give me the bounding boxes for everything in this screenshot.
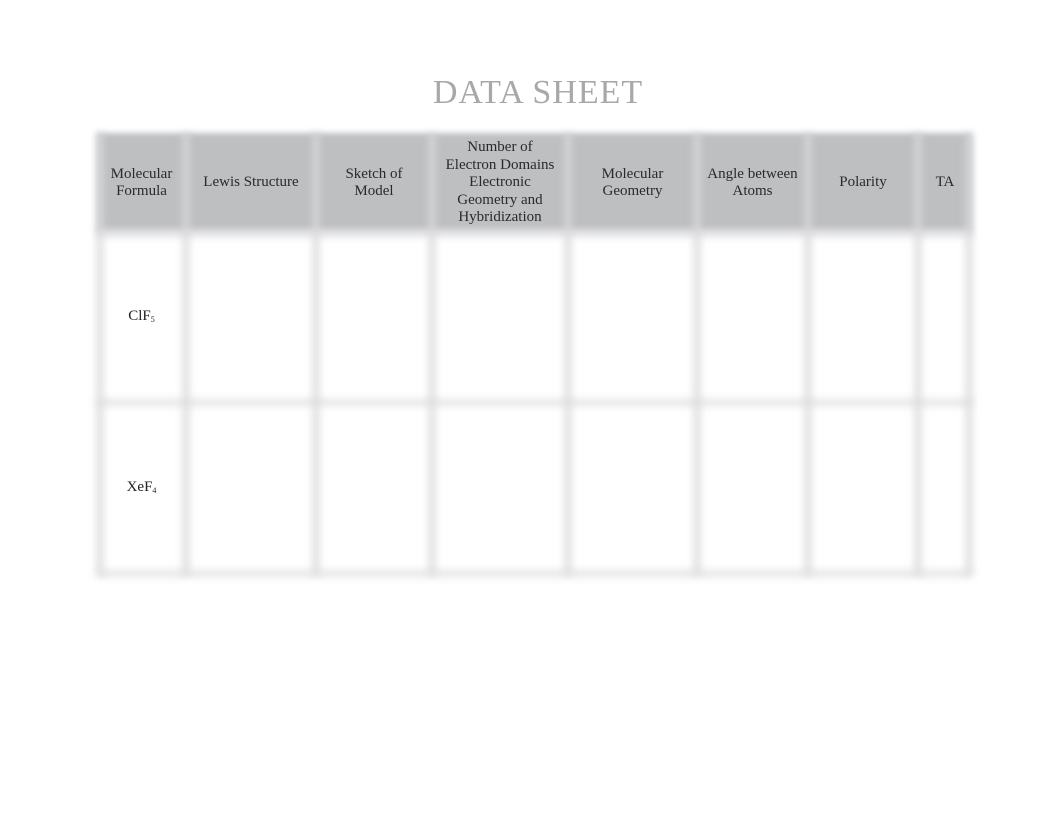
molecular-geometry-cell[interactable] bbox=[568, 233, 697, 403]
electron-domains-cell[interactable] bbox=[432, 233, 568, 403]
angle-cell[interactable] bbox=[697, 233, 808, 403]
header-text: Molecular bbox=[601, 165, 664, 182]
header-lewis-structure: Lewis Structure bbox=[186, 133, 316, 233]
angle-cell[interactable] bbox=[697, 403, 808, 575]
formula-cell: ClF5 bbox=[97, 233, 186, 403]
header-text: Lewis Structure bbox=[203, 174, 299, 191]
molecular-geometry-cell[interactable] bbox=[568, 403, 697, 575]
header-electron-domains: Number of Electron Domains Electronic Ge… bbox=[432, 133, 568, 233]
header-text: Angle between bbox=[707, 165, 798, 182]
header-text: Electronic bbox=[469, 174, 531, 191]
sketch-cell[interactable] bbox=[316, 233, 432, 403]
header-text: Number of bbox=[467, 139, 533, 156]
formula-subscript: 4 bbox=[152, 485, 157, 495]
header-text: Geometry and bbox=[457, 191, 543, 208]
formula-subscript: 5 bbox=[150, 314, 155, 324]
header-sketch-of-model: Sketch of Model bbox=[316, 133, 432, 233]
header-molecular-formula: Molecular Formula bbox=[97, 133, 186, 233]
data-sheet-table: Molecular Formula Lewis Structure Sketch … bbox=[97, 133, 972, 577]
header-text: Hybridization bbox=[458, 209, 542, 226]
formula-base: ClF bbox=[128, 307, 151, 324]
header-text: Geometry bbox=[602, 183, 663, 199]
header-text: Electron Domains bbox=[445, 156, 555, 173]
header-text: Formula bbox=[116, 183, 167, 199]
formula-cell: XeF4 bbox=[97, 403, 186, 575]
header-ta: TA bbox=[918, 133, 972, 233]
header-text: Atoms bbox=[732, 183, 773, 199]
header-angle-between-atoms: Angle between Atoms bbox=[697, 133, 808, 233]
polarity-cell[interactable] bbox=[808, 403, 918, 575]
ta-cell[interactable] bbox=[918, 233, 972, 403]
polarity-cell[interactable] bbox=[808, 233, 918, 403]
header-molecular-geometry: Molecular Geometry bbox=[568, 133, 697, 233]
formula-text: ClF5 bbox=[128, 308, 155, 329]
page-title: DATA SHEET bbox=[432, 74, 644, 111]
header-polarity: Polarity bbox=[808, 133, 918, 233]
header-text: Molecular bbox=[110, 165, 173, 182]
lewis-structure-cell[interactable] bbox=[186, 233, 316, 403]
header-text: TA bbox=[935, 174, 955, 191]
sketch-cell[interactable] bbox=[316, 403, 432, 575]
formula-text: XeF4 bbox=[127, 479, 157, 500]
header-text: Polarity bbox=[839, 174, 887, 191]
header-text: Model bbox=[354, 183, 394, 199]
header-text: Sketch of bbox=[345, 165, 403, 182]
electron-domains-cell[interactable] bbox=[432, 403, 568, 575]
lewis-structure-cell[interactable] bbox=[186, 403, 316, 575]
ta-cell[interactable] bbox=[918, 403, 972, 575]
formula-base: XeF bbox=[126, 478, 153, 495]
